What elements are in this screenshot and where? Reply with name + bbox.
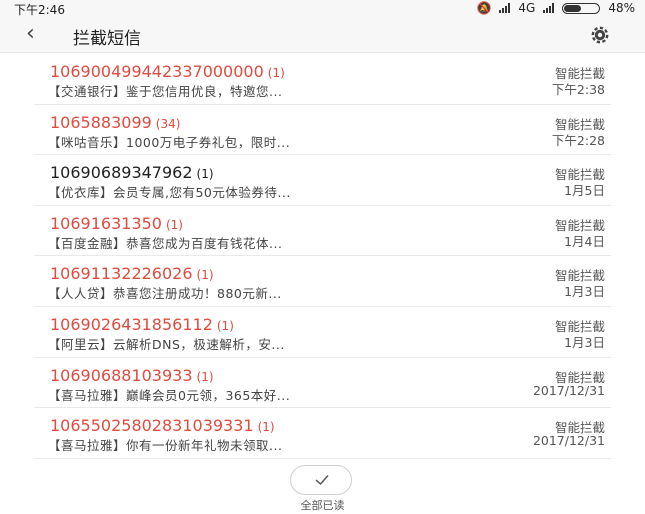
sender-number: 1065883099 [50,112,152,132]
chevron-left-icon[interactable]: ‹ [26,21,35,46]
sender-number: 10655025802831039331 [50,416,254,436]
message-sender: 10690688103933 (1) [50,366,214,385]
signal-icon-2 [543,3,555,13]
message-sender: 10691132226026 (1) [50,264,214,283]
page-title: 拦截短信 [73,29,141,49]
message-preview: 【百度金融】恭喜您成为百度有钱花体... [48,235,283,251]
message-time: 2017/12/31 [532,382,605,398]
message-preview: 【优衣库】会员专属,您有50元体验券待... [48,185,291,201]
message-sender: 106900499442337000000 (1) [50,62,285,81]
status-bar: 下午2:46 🔕 4G 48% [0,0,645,17]
message-time: 1月3日 [564,284,605,300]
message-row[interactable]: 10690688103933 (1) 【喜马拉雅】巅峰会员0元领，365本好... 智… [34,358,611,409]
message-preview: 【人人贷】恭喜您注册成功！880元新... [48,286,282,302]
message-count: (1) [196,167,214,182]
signal-icon [499,3,511,13]
sender-number: 10691132226026 [50,264,193,284]
message-row[interactable]: 10691631350 (1) 【百度金融】恭喜您成为百度有钱花体... 智能拦截 1月… [34,206,611,257]
message-time: 下午2:38 [551,82,605,97]
network-type: 4G [518,1,536,15]
battery-percent: 48% [608,1,635,15]
message-sender: 10690689347962 (1) [50,163,214,182]
message-row[interactable]: 10691132226026 (1) 【人人贷】恭喜您注册成功！880元新... 智能… [34,256,611,307]
message-count: (1) [267,66,285,80]
sender-number: 106900499442337000000 [50,62,264,81]
footer: 全部已读 [0,460,645,514]
message-row[interactable]: 1069026431856112 (1) 【阿里云】云解析DNS，极速解析，安...… [34,307,611,358]
battery-icon [562,2,601,14]
message-time: 1月4日 [564,233,605,249]
message-preview: 【咪咕音乐】1000万电子券礼包，限时... [48,134,291,150]
sender-number: 1069026431856112 [50,314,213,334]
message-time: 下午2:28 [551,132,605,148]
message-count: (1) [216,318,234,333]
message-time: 1月3日 [564,334,605,350]
status-time: 下午2:46 [14,3,65,17]
read-all-label: 全部已读 [300,499,345,512]
app-header: ‹ 拦截短信 [0,17,645,53]
message-time: 1月5日 [564,183,605,199]
message-count: (1) [165,217,183,232]
message-sender: 1069026431856112 (1) [50,315,234,334]
message-count: (34) [155,116,181,131]
message-sender: 10655025802831039331 (1) [50,416,275,435]
message-list: 106900499442337000000 (1) 【交通银行】鉴于您信用优良，特邀… [0,54,645,459]
message-row[interactable]: 106900499442337000000 (1) 【交通银行】鉴于您信用优良，特邀… [34,54,611,105]
status-icons: 🔕 4G 48% [476,1,635,15]
message-preview: 【喜马拉雅】巅峰会员0元领，365本好... [48,387,291,403]
message-row[interactable]: 10690689347962 (1) 【优衣库】会员专属,您有50元体验券待... 智… [34,155,611,206]
sender-number: 10690688103933 [50,365,193,385]
check-icon [315,475,329,486]
sender-number: 10690689347962 [50,163,193,183]
message-preview: 【交通银行】鉴于您信用优良，特邀您... [48,84,283,99]
message-row[interactable]: 10655025802831039331 (1) 【喜马拉雅】你有一份新年礼物未领取… [34,408,611,459]
message-sender: 10691631350 (1) [50,214,183,233]
mute-icon: 🔕 [476,1,492,15]
gear-icon[interactable] [588,23,612,47]
sender-number: 10691631350 [50,213,162,233]
message-count: (1) [196,369,214,384]
read-all-button[interactable] [290,465,352,495]
message-count: (1) [257,420,275,435]
message-row[interactable]: 1065883099 (34) 【咪咕音乐】1000万电子券礼包，限时... 智能拦截… [34,105,611,156]
message-time: 2017/12/31 [532,433,605,449]
message-sender: 1065883099 (34) [50,113,180,132]
message-preview: 【阿里云】云解析DNS，极速解析，安... [48,336,285,352]
message-count: (1) [196,268,214,283]
message-preview: 【喜马拉雅】你有一份新年礼物未领取... [48,438,283,454]
